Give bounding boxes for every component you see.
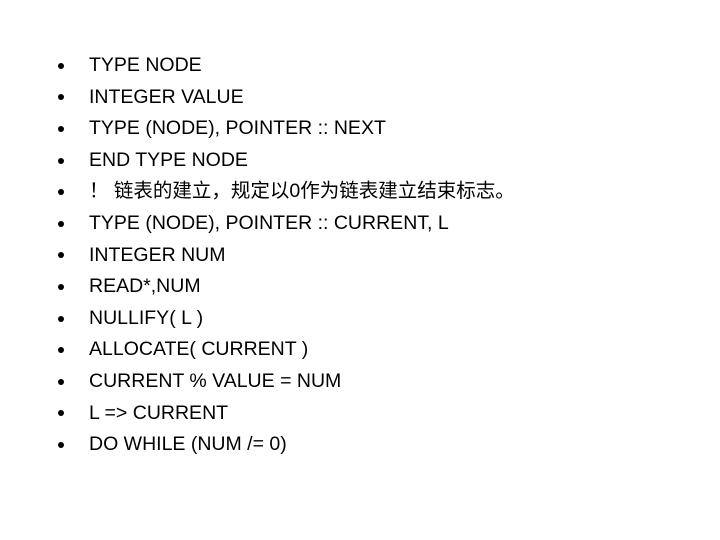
bullet-icon [58, 157, 64, 164]
slide: TYPE NODE INTEGER VALUE TYPE (NODE), POI… [0, 0, 720, 540]
bullet-icon [58, 94, 64, 101]
bullet-text: NULLIFY( L ) [89, 306, 204, 329]
bullet-icon [58, 252, 64, 259]
bullet-icon [58, 315, 64, 322]
bullet-text: CURRENT % VALUE = NUM [89, 369, 342, 392]
bullet-icon [58, 189, 64, 196]
bullet-icon [58, 410, 64, 417]
bullet-icon [58, 283, 64, 290]
bullet-text: ！ 链表的建立，规定以0作为链表建立结束标志。 [89, 180, 515, 203]
bullet-text: TYPE (NODE), POINTER :: CURRENT, L [89, 211, 449, 234]
bullet-text: INTEGER NUM [89, 243, 226, 266]
bullet-icon [58, 125, 64, 132]
bullet-icon [58, 441, 64, 448]
bullet-icon [58, 347, 64, 354]
bullet-text: L => CURRENT [89, 401, 229, 424]
bullet-text: DO WHILE (NUM /= 0) [89, 433, 287, 456]
bullet-text: END TYPE NODE [89, 148, 248, 171]
bullet-text: TYPE NODE [89, 54, 202, 76]
bullet-icon [58, 220, 64, 227]
bullet-text: READ*,NUM [89, 275, 201, 298]
bullet-text: ALLOCATE( CURRENT ) [89, 338, 309, 361]
bullet-text: TYPE (NODE), POINTER :: NEXT [89, 117, 386, 140]
bullet-icon [58, 378, 64, 385]
bullet-icon [58, 62, 64, 69]
bullet-text: INTEGER VALUE [89, 85, 244, 108]
